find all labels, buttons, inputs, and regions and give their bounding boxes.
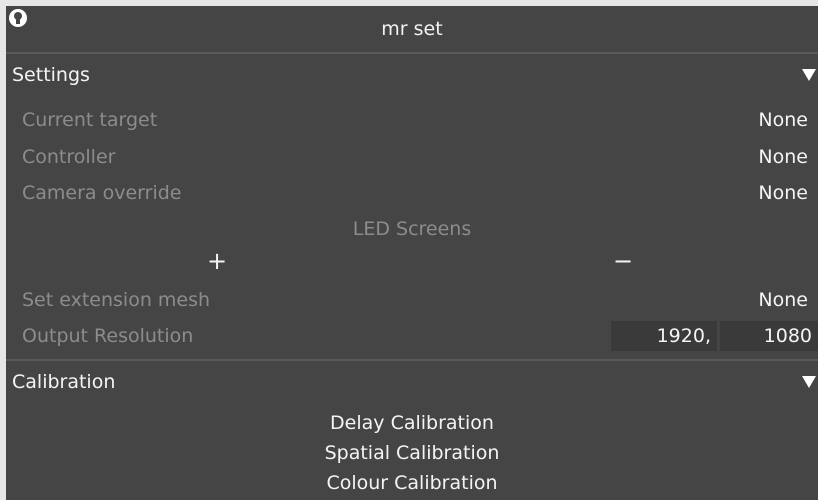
resolution-height-field[interactable]: 1080 [720,321,818,351]
calibration-section-header[interactable]: Calibration [6,365,818,399]
led-screens-label: LED Screens [352,218,472,240]
current-target-label: Current target [22,109,158,131]
current-target-row: Current target None [6,102,818,138]
current-target-value[interactable]: None [758,109,808,131]
divider [6,52,818,54]
calibration-header-label: Calibration [12,371,116,393]
colour-calibration-button[interactable]: Colour Calibration [6,468,818,498]
title-bar: mr set [6,6,818,52]
divider [6,359,818,361]
controller-row: Controller None [6,139,818,175]
remove-led-screen-button[interactable]: − [608,246,638,276]
lightbulb-icon[interactable] [8,8,28,28]
controller-value[interactable]: None [758,146,808,168]
extension-mesh-label: Set extension mesh [22,289,211,311]
window-title: mr set [381,18,443,40]
add-led-screen-button[interactable]: + [202,246,232,276]
extension-mesh-value[interactable]: None [758,289,808,311]
collapse-triangle-icon[interactable] [802,69,816,81]
output-resolution-label: Output Resolution [22,325,194,347]
settings-section-header[interactable]: Settings [6,58,818,92]
controller-label: Controller [22,146,116,168]
collapse-triangle-icon[interactable] [802,376,816,388]
spatial-calibration-button[interactable]: Spatial Calibration [6,438,818,468]
delay-calibration-button[interactable]: Delay Calibration [6,408,818,438]
mr-set-panel: mr set Settings Current target None Cont… [6,6,818,500]
settings-header-label: Settings [12,64,90,86]
resolution-width-field[interactable]: 1920, [611,321,717,351]
camera-override-row: Camera override None [6,175,818,211]
camera-override-label: Camera override [22,182,182,204]
camera-override-value[interactable]: None [758,182,808,204]
extension-mesh-row: Set extension mesh None [6,282,818,318]
